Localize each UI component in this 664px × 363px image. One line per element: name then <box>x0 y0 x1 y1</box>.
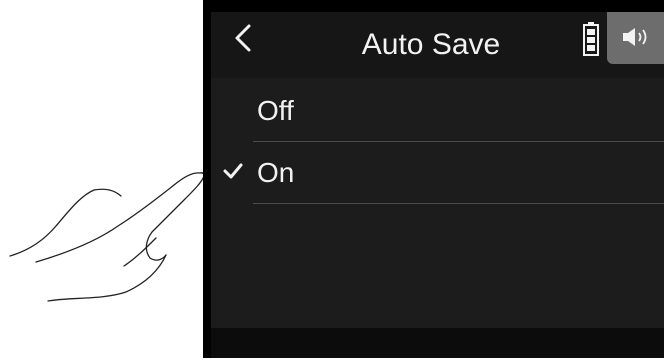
option-on-label: On <box>257 157 295 188</box>
option-off-label: Off <box>257 95 294 126</box>
speaker-tab[interactable] <box>607 12 664 64</box>
footer-bar <box>211 328 664 358</box>
speaker-icon <box>623 28 647 46</box>
menu-panel: Auto Save Off On <box>211 12 664 358</box>
battery-icon <box>583 22 599 56</box>
option-on[interactable]: On <box>223 143 664 204</box>
back-button[interactable] <box>231 18 265 70</box>
title-bar: Auto Save <box>211 12 664 78</box>
option-off[interactable]: Off <box>253 81 664 142</box>
device-screen: Auto Save Off On <box>203 0 664 358</box>
page-title: Auto Save <box>361 28 501 61</box>
checkmark-icon <box>223 163 243 179</box>
chevron-left-icon <box>235 24 251 52</box>
